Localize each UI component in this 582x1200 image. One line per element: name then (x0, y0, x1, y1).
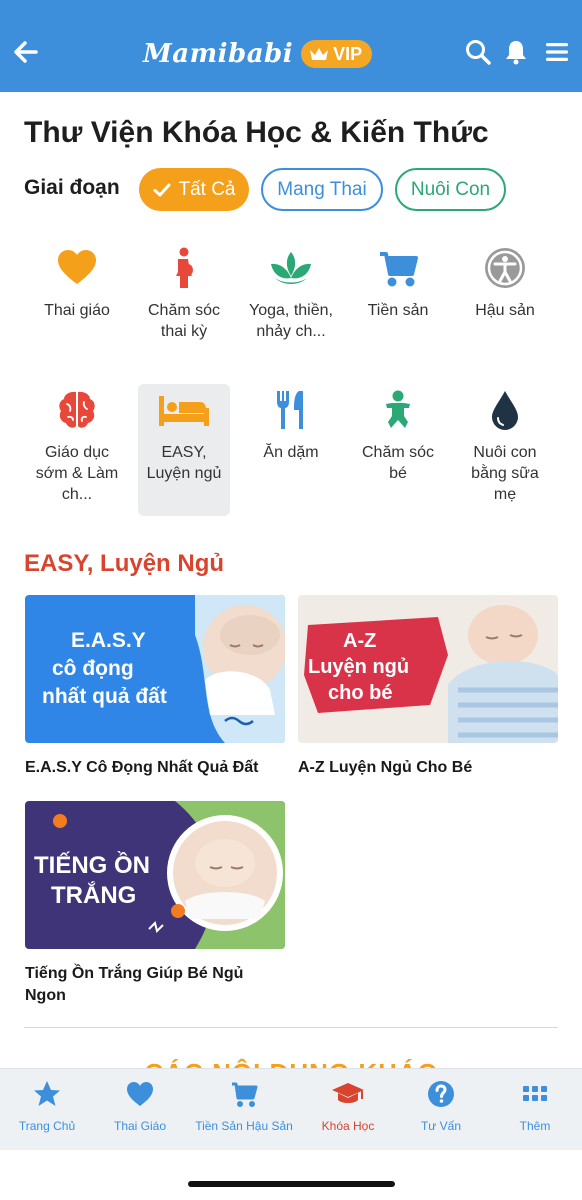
nav-label: Tiền Sản Hậu Sản (195, 1119, 293, 1133)
course-thumbnail: E.A.S.Y cô đọng nhất quả đất (25, 595, 285, 743)
category-cham-soc-be[interactable]: Chăm sóc bé (352, 386, 444, 484)
category-tien-san[interactable]: Tiền sản (352, 246, 444, 321)
category-label: Chăm sóc bé (361, 444, 435, 482)
thumbnail-illustration: E.A.S.Y cô đọng nhất quả đất (25, 595, 285, 743)
stage-label: Giai đoạn (24, 176, 120, 199)
category-label: Thai giáo (44, 302, 110, 319)
course-card-a-z[interactable]: A-Z Luyện ngủ cho bé A-Z Luyện Ngủ Cho B… (298, 595, 558, 779)
category-hau-san[interactable]: Hậu sản (459, 246, 551, 321)
crown-icon (310, 48, 329, 60)
course-card-white-noise[interactable]: TIẾNG ỒN TRẮNG Tiếng Ồn Trắng Giúp Bé Ng… (25, 801, 285, 1007)
category-giao-duc-som[interactable]: Giáo dục sớm & Làm ch... (31, 386, 123, 516)
bottom-nav: Trang Chủ Thai Giáo Tiền Sản Hậu Sản Khó… (0, 1068, 582, 1150)
course-title: E.A.S.Y Cô Đọng Nhất Quả Đất (25, 759, 259, 776)
section-divider (24, 1027, 558, 1028)
stroller-icon (232, 1082, 258, 1107)
search-icon[interactable] (464, 38, 492, 66)
nav-item-tien-san-hau-san[interactable]: Tiền Sản Hậu Sản (189, 1079, 299, 1133)
course-title: A-Z Luyện Ngủ Cho Bé (298, 759, 473, 776)
category-thai-giao[interactable]: Thai giáo (31, 246, 123, 321)
check-icon (153, 183, 171, 196)
arrow-left-icon[interactable] (10, 36, 42, 68)
thumb-line-2: cô đọng (52, 657, 134, 680)
vip-badge[interactable]: VIP (301, 40, 373, 68)
course-title: Tiếng Ồn Trắng Giúp Bé Ngủ Ngon (25, 965, 244, 1004)
filter-chip-label: Tất Cả (178, 178, 236, 200)
filter-chip-pregnancy[interactable]: Mang Thai (261, 168, 383, 211)
course-thumbnail: TIẾNG ỒN TRẮNG (25, 801, 285, 949)
star-icon (34, 1081, 60, 1106)
logo-text: Mamibabi (143, 39, 294, 69)
page-title: Thư Viện Khóa Học & Kiến Thức (24, 116, 489, 149)
category-label: Giáo dục sớm & Làm ch... (35, 444, 119, 503)
nav-label: Thai Giáo (113, 1119, 167, 1133)
category-label: EASY, Luyện ngủ (146, 444, 222, 482)
thumb-line-2: TRẮNG (51, 881, 136, 909)
course-card-easy[interactable]: E.A.S.Y cô đọng nhất quả đất E.A.S.Y Cô … (25, 595, 285, 779)
accessibility-icon (485, 248, 525, 288)
category-label: Ăn dặm (263, 444, 319, 461)
graduation-cap-icon (332, 1083, 364, 1103)
filter-chip-parenting[interactable]: Nuôi Con (395, 168, 506, 211)
app-header: Mamibabi VIP (0, 0, 582, 92)
thumb-line-1: TIẾNG ỒN (34, 851, 150, 879)
menu-icon[interactable] (543, 38, 571, 66)
section-title: EASY, Luyện Ngủ (24, 550, 225, 577)
heart-icon (58, 250, 96, 284)
help-circle-icon (428, 1081, 454, 1107)
category-cham-soc-thai-ky[interactable]: Chăm sóc thai kỳ (138, 246, 230, 342)
thumb-line-3: cho bé (328, 682, 392, 704)
category-label: Hậu sản (475, 302, 535, 319)
thumb-line-2: Luyện ngủ (308, 656, 409, 678)
thumbnail-illustration: TIẾNG ỒN TRẮNG (25, 801, 285, 949)
thumb-line-1: A-Z (343, 630, 376, 652)
filter-chip-all[interactable]: Tất Cả (139, 168, 249, 211)
course-thumbnail: A-Z Luyện ngủ cho bé (298, 595, 558, 743)
heart-icon (127, 1082, 153, 1106)
brain-icon (59, 391, 95, 428)
category-an-dam[interactable]: Ăn dặm (245, 386, 337, 463)
category-easy-luyen-ngu[interactable]: EASY, Luyện ngủ (138, 384, 230, 516)
pregnant-woman-icon (176, 247, 193, 288)
nav-label: Thêm (519, 1119, 551, 1133)
lotus-icon (271, 252, 311, 284)
category-sua-me[interactable]: Nuôi con bằng sữa mẹ (459, 386, 551, 505)
category-label: Chăm sóc thai kỳ (147, 302, 221, 340)
category-label: Yoga, thiền, nhảy ch... (249, 302, 333, 340)
category-label: Nuôi con bằng sữa mẹ (471, 444, 539, 503)
cutlery-icon (277, 391, 303, 429)
bed-icon (159, 396, 209, 426)
grid-icon (523, 1086, 547, 1101)
home-indicator (188, 1181, 395, 1187)
thumbnail-illustration: A-Z Luyện ngủ cho bé (298, 595, 558, 743)
milk-drop-icon (492, 391, 518, 430)
category-label: Tiền sản (367, 302, 429, 319)
bell-icon[interactable] (502, 38, 530, 66)
thumb-line-1: E.A.S.Y (71, 629, 146, 652)
thumb-line-3: nhất quả đất (42, 685, 167, 708)
nav-item-them[interactable]: Thêm (480, 1079, 582, 1133)
baby-icon (386, 390, 410, 428)
vip-label: VIP (333, 43, 363, 64)
stroller-icon (380, 252, 418, 287)
brand-logo[interactable]: Mamibabi VIP (143, 38, 373, 70)
nav-item-thai-giao[interactable]: Thai Giáo (85, 1079, 195, 1133)
category-yoga[interactable]: Yoga, thiền, nhảy ch... (245, 246, 337, 342)
